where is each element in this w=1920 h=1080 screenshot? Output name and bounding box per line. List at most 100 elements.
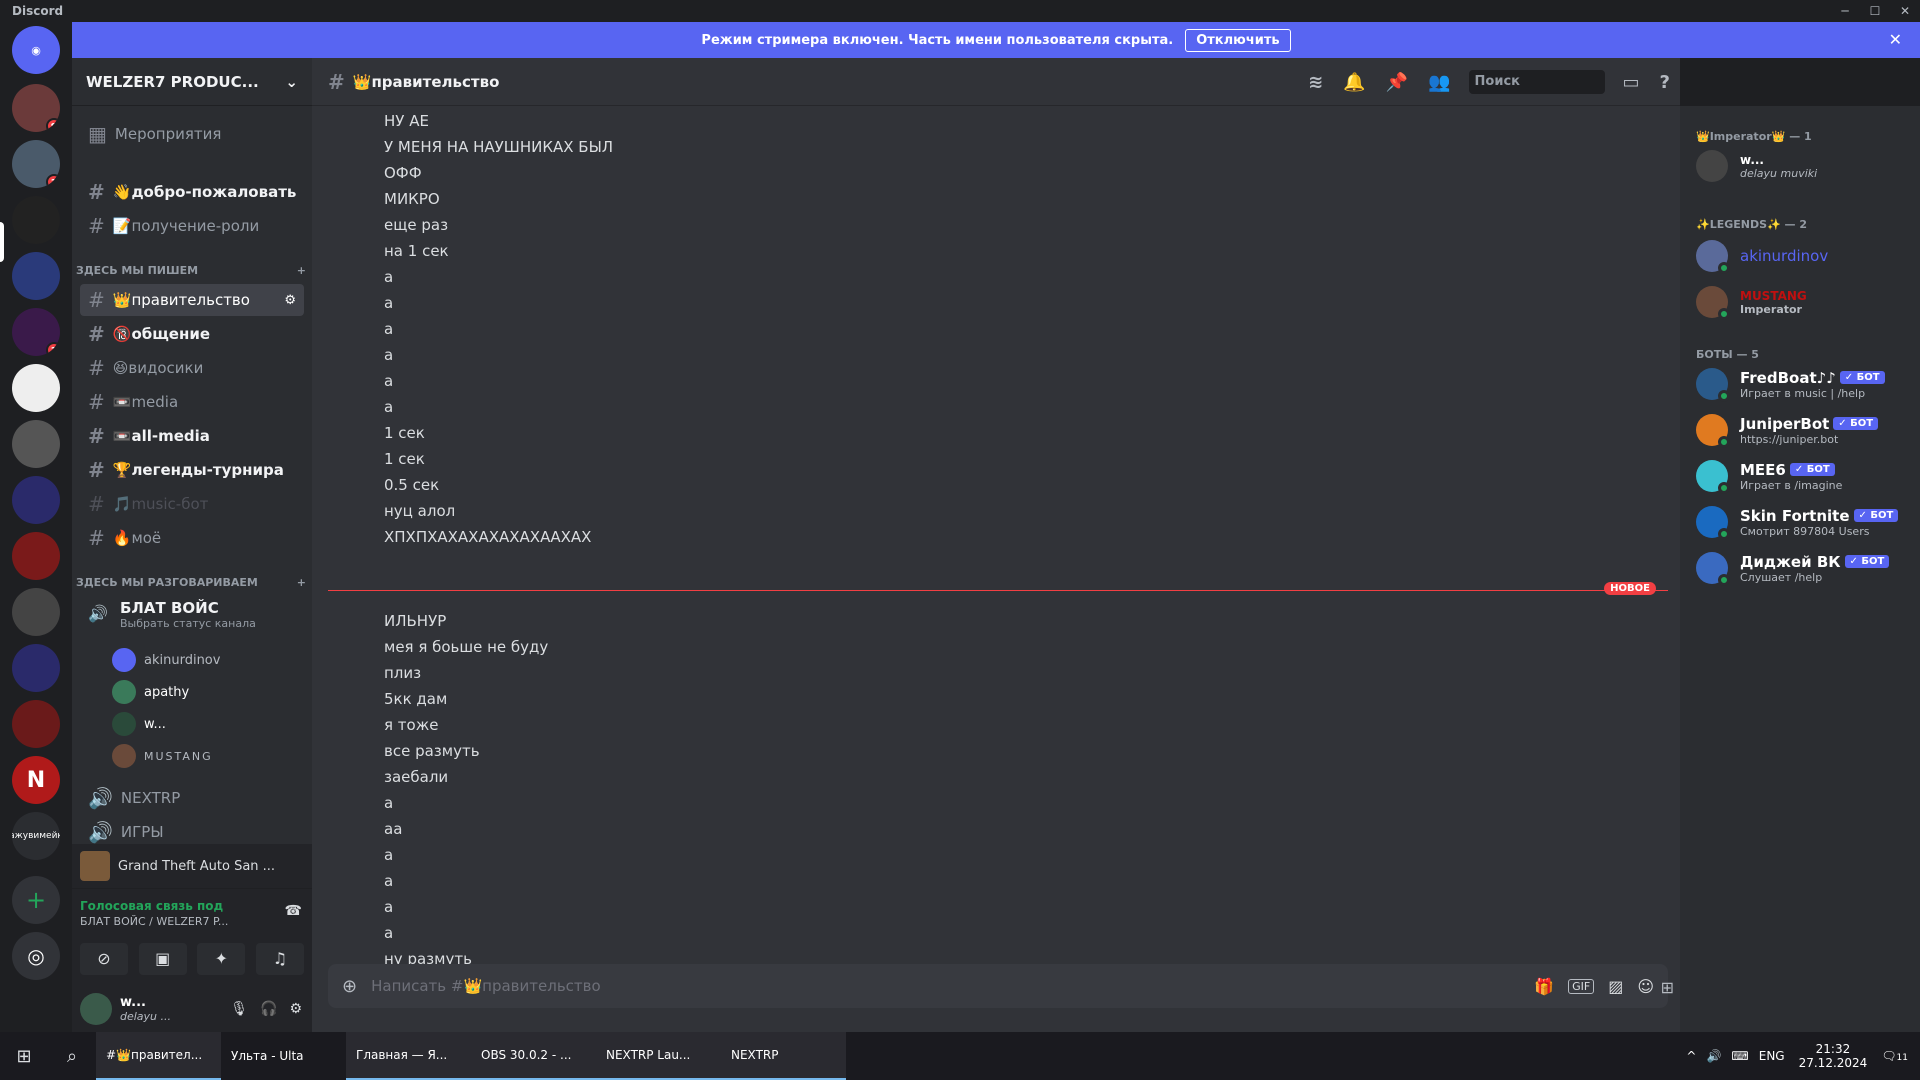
message-line[interactable]: а [384,320,393,338]
server-icon[interactable] [12,476,60,524]
category-header[interactable]: ЗДЕСЬ МЫ РАЗГОВАРИВАЕМ + [76,576,306,589]
voice-channel-item[interactable]: 🔊 NEXTRP [80,782,304,814]
channel-item[interactable]: # 🔞общение [80,318,304,350]
message-line[interactable]: все размуть [384,742,480,760]
home-discord-icon[interactable]: ◉ [12,26,60,74]
server-icon[interactable]: 8 [12,84,60,132]
message-line[interactable]: а [384,268,393,286]
message-line[interactable]: а [384,898,393,916]
search-icon[interactable]: ⌕ [48,1046,96,1067]
taskbar-item[interactable]: OBS 30.0.2 - ... [471,1032,596,1080]
server-icon[interactable] [12,420,60,468]
sticker-icon[interactable]: ▨ [1608,977,1623,996]
message-line[interactable]: ХПХПХАХАХАХАХАХААХАХ [384,528,591,546]
voice-channel-item[interactable]: БЛАТ ВОЙС Выбрать статус канала [80,594,304,634]
channel-item[interactable]: # 🏆легенды-турнира [80,454,304,486]
member-item[interactable]: MUSTANG Imperator [1696,286,1807,320]
message-line[interactable]: на 1 сек [384,242,449,260]
server-icon[interactable] [12,700,60,748]
taskbar-item[interactable]: NEXTRP [721,1032,846,1080]
member-item-bot[interactable]: FredBoat♪♪ ✓ БОТ Играет в music | /help [1696,368,1885,402]
gift-icon[interactable]: 🎁 [1534,977,1554,996]
screen-share-icon[interactable]: ▣ [138,943,187,975]
member-item-bot[interactable]: JuniperBot ✓ БОТ https://juniper.bot [1696,414,1879,448]
member-item[interactable]: w... delayu muviki [1696,150,1817,182]
search-input[interactable]: Поиск [1468,70,1605,94]
message-line[interactable]: еще раз [384,216,448,234]
server-icon[interactable]: 1 [12,140,60,188]
guild-header[interactable]: WELZER7 PRODUC... ⌄ [72,58,312,106]
language-indicator[interactable]: ENG [1759,1049,1785,1063]
server-icon[interactable] [12,588,60,636]
channel-status[interactable]: Выбрать статус канала [120,617,256,630]
user-avatar[interactable] [80,993,112,1025]
server-icon[interactable]: ажувимейк [12,812,60,860]
message-line[interactable]: а [384,398,393,416]
message-line[interactable]: НУ АЕ [384,112,429,130]
activity-panel[interactable]: Grand Theft Auto San ... [72,844,312,888]
add-channel-icon[interactable]: + [297,264,306,277]
message-author[interactable]: ИЛЬНУР [384,612,446,630]
threads-icon[interactable]: ≋ [1308,72,1323,93]
member-item-bot[interactable]: MEE6 ✓ БОТ Играет в /imagine [1696,460,1842,494]
close-icon[interactable]: ✕ [1889,30,1902,49]
channel-item[interactable]: # 😆видосики [80,352,304,384]
message-line[interactable]: 0.5 сек [384,476,439,494]
channel-item[interactable]: # 👋добро-пожаловать [80,176,304,208]
channel-item[interactable]: # 📼media [80,386,304,418]
message-line[interactable]: мея я боьше не буду [384,638,548,656]
message-line[interactable]: 1 сек [384,424,425,442]
pin-icon[interactable]: 📌 [1386,72,1408,93]
keyboard-icon[interactable]: ⌨ [1731,1049,1748,1063]
channel-item[interactable]: # 📼all-media [80,420,304,452]
member-item[interactable]: akinurdinov [1696,240,1828,274]
message-line[interactable]: У МЕНЯ НА НАУШНИКАХ БЫЛ [384,138,613,156]
disable-button[interactable]: Отключить [1185,28,1291,52]
voice-user[interactable]: akinurdinov [112,646,220,674]
add-channel-icon[interactable]: + [297,576,306,589]
inbox-icon[interactable]: ▭ [1623,72,1640,93]
discover-icon[interactable]: ◎ [12,932,60,980]
members-icon[interactable]: 👥 [1428,72,1450,93]
disconnect-icon[interactable]: ☎ [285,903,302,919]
message-line[interactable]: 5кк дам [384,690,447,708]
soundboard-icon[interactable]: ♫ [255,943,304,975]
events-item[interactable]: ▦ Мероприятия [80,118,304,150]
server-icon[interactable] [12,364,60,412]
channel-item[interactable]: # 📝получение-роли [80,210,304,242]
bell-icon[interactable]: 🔔 [1343,72,1365,93]
taskbar-item[interactable]: NEXTRP Lau... [596,1032,721,1080]
taskbar-item-discord[interactable]: #👑правител... [96,1032,221,1080]
windows-start-icon[interactable]: ⊞ [0,1046,48,1067]
add-server-icon[interactable]: + [12,876,60,924]
category-header[interactable]: ЗДЕСЬ МЫ ПИШЕМ + [76,264,306,277]
notifications-icon[interactable]: 🗨11 [1881,1049,1908,1063]
server-icon[interactable] [12,532,60,580]
maximize-icon[interactable]: ☐ [1860,0,1890,22]
gif-icon[interactable]: GIF [1568,978,1595,994]
message-line[interactable]: ОФФ [384,164,422,182]
emoji-icon[interactable]: ☺ [1637,977,1654,996]
message-line[interactable]: заебали [384,768,448,786]
voice-status[interactable]: Голосовая связь под [80,899,223,913]
server-icon[interactable] [12,644,60,692]
volume-icon[interactable]: 🔊 [1706,1049,1721,1063]
server-icon[interactable]: N [12,756,60,804]
taskbar-item[interactable]: Ульта - Ulta [221,1032,346,1080]
gear-icon[interactable]: ⚙ [284,293,296,308]
message-input[interactable]: Написать #👑правительство [371,977,601,995]
server-icon[interactable]: 1 [12,308,60,356]
user-name[interactable]: w... [120,995,171,1010]
activities-icon[interactable]: ✦ [197,943,246,975]
message-line[interactable]: а [384,872,393,890]
voice-user[interactable]: MUSTANG [112,742,213,770]
apps-icon[interactable]: ⊞ [1661,978,1674,997]
server-icon[interactable] [12,252,60,300]
help-icon[interactable]: ? [1660,72,1670,93]
channel-item-active[interactable]: # 👑правительство ⚙ [80,284,304,316]
message-line[interactable]: а [384,294,393,312]
message-line[interactable]: нуц алол [384,502,455,520]
message-line[interactable]: а [384,846,393,864]
member-item-bot[interactable]: Диджей ВК ✓ БОТ Слушает /help [1696,552,1890,586]
member-item-bot[interactable]: Skin Fortnite ✓ БОТ Смотрит 897804 Users [1696,506,1899,540]
